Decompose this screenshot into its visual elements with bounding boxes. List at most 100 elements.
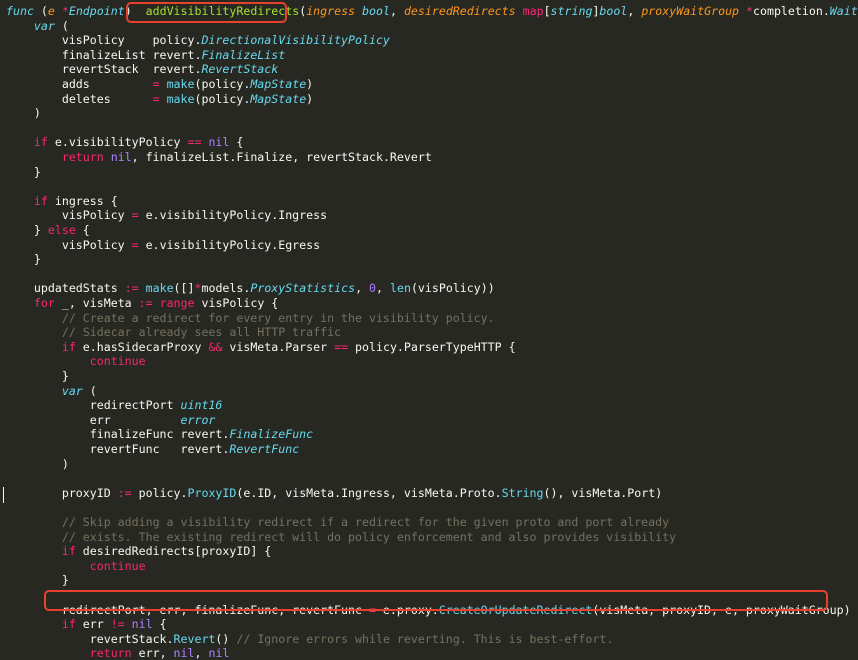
code-token: map — [522, 4, 544, 18]
code-editor[interactable]: func (e *Endpoint) addVisibilityRedirect… — [0, 0, 858, 660]
code-line[interactable]: revertFunc revert.RevertFunc — [6, 442, 299, 457]
code-line[interactable]: // Create a redirect for every entry in … — [6, 311, 495, 326]
code-token: ingress { — [47, 193, 118, 208]
code-token: FinalizeFunc — [229, 427, 314, 442]
code-token: , — [194, 646, 209, 660]
code-line[interactable]: // exists. The existing redirect will do… — [6, 530, 676, 545]
code-token: = — [368, 602, 376, 617]
code-line[interactable]: if e.hasSidecarProxy && visMeta.Parser =… — [6, 340, 516, 355]
code-token: ProxyID — [187, 485, 237, 500]
code-token: 0 — [369, 281, 377, 296]
code-token: FinalizeList — [201, 47, 286, 62]
code-line[interactable]: func (e *Endpoint) addVisibilityRedirect… — [6, 4, 858, 19]
code-token: ) — [124, 4, 146, 18]
code-token: e — [47, 4, 55, 18]
code-token: MapState — [250, 91, 307, 106]
code-token: RevertStack — [201, 62, 279, 77]
code-line[interactable]: } — [6, 252, 41, 267]
code-token: revertFunc revert. — [6, 442, 230, 456]
code-token: if — [33, 193, 48, 208]
code-token: nil — [208, 135, 230, 150]
code-line[interactable]: } — [6, 573, 69, 588]
code-line[interactable]: redirectPort, err, finalizeFunc, revertF… — [6, 603, 851, 618]
code-token: err, — [131, 646, 174, 660]
code-line[interactable]: var ( — [6, 384, 97, 399]
code-token: { — [229, 135, 244, 150]
code-token: nil — [208, 646, 230, 660]
code-token: ( — [33, 4, 48, 18]
code-token: } — [6, 223, 48, 237]
code-line[interactable]: visPolicy = e.visibilityPolicy.Ingress — [6, 208, 327, 223]
code-token: { — [75, 223, 90, 237]
code-token: visMeta.Parser — [222, 339, 335, 354]
code-token: addVisibilityRedirects — [145, 4, 300, 18]
code-token: , finalizeList.Finalize, revertStack.Rev… — [131, 150, 432, 164]
code-line[interactable]: // Skip adding a visibility redirect if … — [6, 515, 669, 530]
code-line[interactable]: if desiredRedirects[proxyID] { — [6, 544, 271, 559]
code-line[interactable]: ) — [6, 106, 41, 121]
code-line[interactable]: for _, visMeta := range visPolicy { — [6, 296, 278, 311]
code-line[interactable]: err error — [6, 413, 216, 428]
code-line[interactable]: revertStack revert.RevertStack — [6, 62, 278, 77]
code-token: * — [61, 4, 69, 18]
code-line[interactable]: finalizeList revert.FinalizeList — [6, 48, 285, 63]
code-token: nil — [110, 150, 132, 164]
code-line[interactable]: continue — [6, 559, 146, 574]
code-line[interactable]: proxyID := policy.ProxyID(e.ID, visMeta.… — [6, 486, 662, 501]
code-token: bool — [362, 4, 390, 18]
code-token: , — [355, 281, 370, 296]
code-token: ) — [6, 106, 41, 121]
code-line[interactable]: revertStack.Revert() // Ignore errors wh… — [6, 631, 614, 647]
code-line[interactable]: return nil, finalizeList.Finalize, rever… — [6, 150, 432, 165]
code-token: MapState — [250, 77, 307, 91]
code-token: = — [131, 237, 139, 252]
code-token: e.hasSidecarProxy — [75, 339, 209, 354]
code-line[interactable]: return err, nil, nil — [6, 646, 230, 660]
code-line[interactable]: deletes = make(policy.MapState) — [6, 92, 313, 107]
code-token: Endpoint — [68, 4, 125, 18]
code-line[interactable]: ) — [6, 457, 69, 472]
code-token: } — [6, 252, 41, 267]
code-line[interactable]: } — [6, 369, 69, 384]
code-token: // Ignore errors while reverting. This i… — [236, 631, 614, 646]
code-token: nil — [173, 646, 195, 660]
code-token: , — [627, 4, 642, 18]
code-token: e.visibilityPolicy.Ingress — [138, 208, 328, 223]
code-token: completion. — [753, 4, 830, 18]
code-token: revertStack. — [6, 631, 174, 646]
code-line[interactable]: var ( — [6, 19, 69, 34]
code-line[interactable]: } — [6, 165, 41, 180]
code-token: // exists. The existing redirect will do… — [6, 529, 677, 544]
code-line[interactable]: continue — [6, 354, 146, 369]
code-line[interactable]: if err != nil { — [6, 617, 167, 632]
code-token: visPolicy — [6, 208, 132, 223]
code-token: () — [215, 631, 237, 646]
code-token: return — [61, 150, 104, 164]
code-line[interactable]: } else { — [6, 223, 90, 238]
code-token: != — [110, 617, 125, 632]
code-line[interactable]: visPolicy = e.visibilityPolicy.Egress — [6, 238, 320, 253]
code-token: adds — [6, 77, 153, 91]
code-token: [ — [543, 4, 551, 18]
code-token: visPolicy { — [194, 296, 279, 310]
code-line[interactable]: visPolicy policy.DirectionalVisibilityPo… — [6, 33, 390, 48]
code-token: proxyID — [6, 485, 118, 500]
code-line[interactable]: adds = make(policy.MapState) — [6, 77, 313, 92]
code-line[interactable]: redirectPort uint16 — [6, 398, 223, 413]
code-token: bool — [599, 4, 628, 18]
code-token: (policy. — [194, 91, 251, 106]
code-line[interactable]: if ingress { — [6, 194, 118, 209]
code-token: String — [501, 485, 544, 500]
code-token: // Create a redirect for every entry in … — [6, 310, 495, 325]
code-line[interactable]: updatedStats := make([]*models.ProxyStat… — [6, 281, 495, 296]
code-token: ProxyStatistics — [250, 281, 356, 296]
code-line[interactable]: // Sidecar already sees all HTTP traffic — [6, 325, 341, 340]
code-line[interactable]: if e.visibilityPolicy == nil { — [6, 135, 243, 150]
code-line[interactable]: finalizeFunc revert.FinalizeFunc — [6, 427, 313, 442]
